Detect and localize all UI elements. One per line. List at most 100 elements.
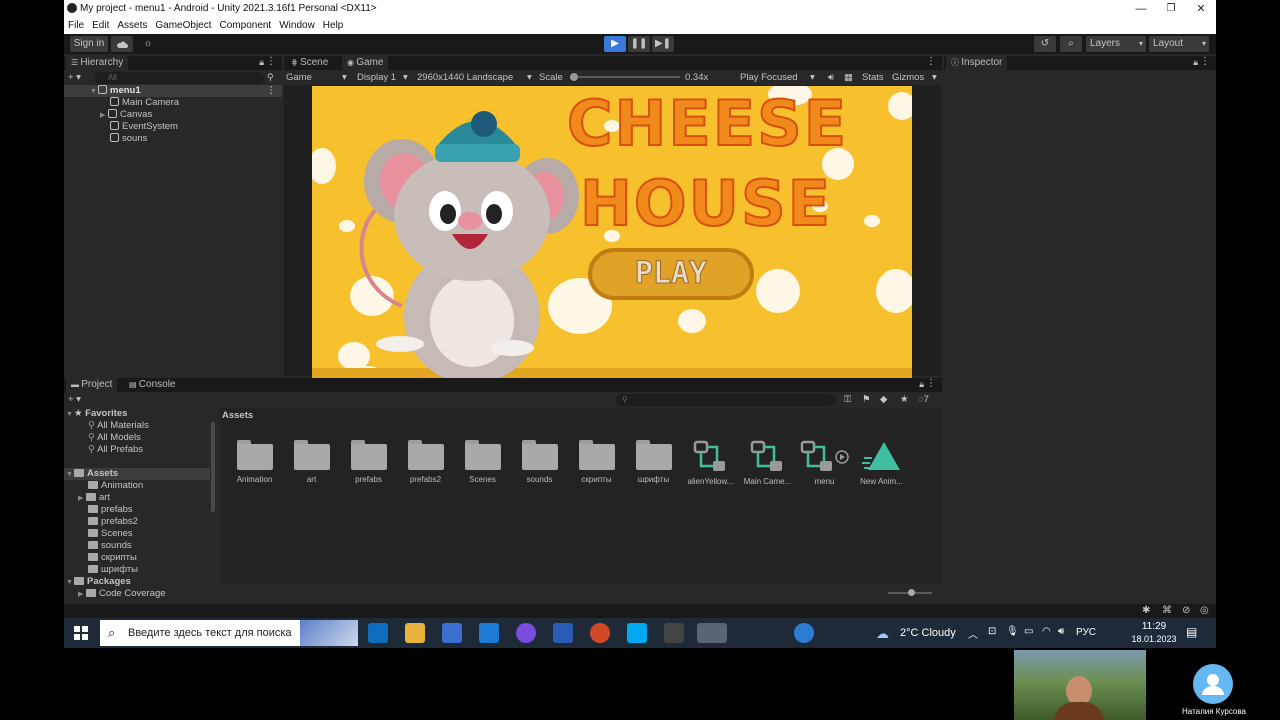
video-thumbnail[interactable]	[1014, 650, 1146, 720]
taskbar-search-input[interactable]: ⌕ Введите здесь текст для поиска	[100, 620, 358, 646]
hierarchy-item[interactable]: EventSystem	[110, 121, 178, 133]
stats-icon[interactable]: ▦	[844, 72, 853, 84]
maximize-button[interactable]: ❐	[1156, 1, 1186, 17]
store-icon[interactable]	[442, 623, 462, 643]
battery-icon[interactable]: ▭	[1024, 626, 1033, 637]
play-button[interactable]: ▶	[604, 36, 626, 52]
asset-animator-controller[interactable]: alienYellow...	[682, 440, 739, 486]
file-explorer-icon[interactable]	[405, 623, 425, 643]
icon-size-slider-thumb[interactable]	[908, 589, 915, 596]
resolution-dropdown[interactable]: 2960x1440 Landscape ▾	[417, 72, 539, 84]
create-asset-button[interactable]: + ▾	[68, 394, 81, 406]
scale-slider-track[interactable]	[570, 76, 680, 78]
search-icon[interactable]: ⌕	[1060, 36, 1082, 52]
weather-text[interactable]: 2°C Cloudy	[900, 627, 956, 639]
asset-animator-controller[interactable]: Main Came...	[739, 440, 796, 486]
tab-console[interactable]: ▤ Console	[124, 378, 180, 392]
collapsed-triangle-icon[interactable]: ▶	[100, 110, 108, 122]
tag-icon[interactable]: ◆	[880, 394, 887, 406]
sign-in-button[interactable]: Sign in	[70, 36, 108, 52]
asset-folder[interactable]: скрипты	[568, 440, 625, 484]
hierarchy-item[interactable]: souns	[110, 133, 147, 145]
word-icon[interactable]	[553, 623, 573, 643]
unity-hub-icon[interactable]	[664, 623, 684, 643]
favorites-header[interactable]: ▼★ Favorites	[66, 408, 127, 420]
favorite-star-icon[interactable]: ★	[900, 394, 909, 406]
collab-icon[interactable]: ☼	[137, 36, 159, 52]
layout-dropdown[interactable]: Layout	[1149, 36, 1209, 52]
lock-icon[interactable]: 🔒︎	[919, 379, 924, 390]
asset-tree-item[interactable]: prefabs2	[88, 516, 138, 528]
asset-animator-controller[interactable]: menu	[796, 440, 853, 486]
search-by-type-icon[interactable]: ⚿	[844, 394, 851, 406]
close-button[interactable]: ✕	[1186, 1, 1216, 17]
help-icon[interactable]	[794, 623, 814, 643]
asset-tree-item[interactable]: prefabs	[88, 504, 133, 516]
asset-tree-item[interactable]: шрифты	[88, 564, 138, 576]
assets-header[interactable]: ▼ Assets	[64, 468, 210, 480]
tab-scene[interactable]: ⋕ Scene	[286, 56, 333, 70]
skype-icon[interactable]	[627, 623, 647, 643]
notifications-icon[interactable]: ▤	[1186, 625, 1197, 639]
asset-folder[interactable]: sounds	[511, 440, 568, 484]
panel-menu-icon[interactable]: ⋮	[1200, 56, 1210, 67]
history-icon[interactable]: ↺	[1034, 36, 1056, 52]
search-by-label-icon[interactable]: ⚑	[862, 394, 871, 406]
menu-component[interactable]: Component	[216, 18, 276, 31]
menu-edit[interactable]: Edit	[88, 18, 113, 31]
pause-button[interactable]: ❚❚	[628, 36, 650, 52]
panel-menu-icon[interactable]: ⋮	[926, 56, 936, 67]
favorite-item[interactable]: ⚲ All Materials	[88, 420, 149, 432]
hierarchy-search-input[interactable]: All	[94, 72, 264, 84]
tab-inspector[interactable]: ⓘ Inspector	[946, 56, 1008, 70]
gizmos-dropdown[interactable]: Gizmos ▾	[892, 72, 940, 84]
layers-dropdown[interactable]: Layers	[1086, 36, 1146, 52]
package-item[interactable]: ▶ Code Coverage	[78, 588, 166, 600]
step-button[interactable]: ▶❚	[652, 36, 674, 52]
asset-tree-item[interactable]: скрипты	[88, 552, 137, 564]
volume-icon[interactable]: 🔊︎	[1058, 626, 1064, 637]
menu-file[interactable]: File	[64, 18, 88, 31]
asset-folder[interactable]: art	[283, 440, 340, 484]
project-search-input[interactable]: ⚲	[616, 394, 836, 406]
menu-assets[interactable]: Assets	[113, 18, 151, 31]
mute-audio-icon[interactable]: 🔊︎	[828, 72, 834, 84]
menu-gameobject[interactable]: GameObject	[151, 18, 215, 31]
tray-chevron-icon[interactable]: ︿	[968, 626, 978, 641]
hierarchy-item[interactable]: Main Camera	[110, 97, 179, 109]
asset-folder[interactable]: Scenes	[454, 440, 511, 484]
clock-time[interactable]: 11:29	[1132, 621, 1176, 632]
scene-root-row[interactable]: ▼ menu1 ⋮	[64, 85, 282, 97]
asset-tree-item[interactable]: ▶ art	[78, 492, 110, 504]
tab-hierarchy[interactable]: ☰ Hierarchy	[66, 56, 129, 70]
asset-animation-clip[interactable]: New Anim...	[853, 440, 910, 486]
network-icon[interactable]: ⌘	[1162, 605, 1172, 616]
language-indicator[interactable]: РУС	[1076, 627, 1096, 638]
microphone-icon[interactable]: 🎙︎	[1006, 626, 1019, 637]
game-view[interactable]: CHEESE HOUSE PLAY	[312, 86, 912, 378]
participant-avatar[interactable]	[1193, 664, 1233, 704]
play-focused-dropdown[interactable]: Play Focused ▾	[740, 72, 820, 84]
bug-icon[interactable]: ✱	[1142, 605, 1150, 616]
packages-header[interactable]: ▼ Packages	[66, 576, 131, 588]
assets-breadcrumb[interactable]: Assets	[222, 410, 253, 422]
menu-window[interactable]: Window	[275, 18, 319, 31]
debug-icon[interactable]: ⊘	[1182, 605, 1190, 616]
asset-folder[interactable]: Animation	[226, 440, 283, 484]
scene-menu-icon[interactable]: ⋮	[267, 85, 277, 97]
asset-tree-item[interactable]: Scenes	[88, 528, 133, 540]
powerpoint-icon[interactable]	[590, 623, 610, 643]
play-game-button[interactable]: PLAY	[588, 248, 754, 300]
windows-start-icon[interactable]	[74, 626, 88, 640]
app-circle-icon[interactable]	[516, 623, 536, 643]
clock-date[interactable]: 18.01.2023	[1126, 634, 1182, 644]
tree-scrollbar[interactable]	[211, 422, 215, 512]
panel-menu-icon[interactable]: ⋮	[266, 56, 276, 67]
display-dropdown[interactable]: Display 1 ▾	[357, 72, 411, 84]
checkmark-icon[interactable]: ◎	[1200, 605, 1209, 616]
tray-device-icon[interactable]: ⊡	[988, 626, 996, 637]
favorite-item[interactable]: ⚲ All Models	[88, 432, 141, 444]
hidden-packages-icon[interactable]: ◌7	[918, 394, 929, 406]
tab-game[interactable]: ◉ Game	[342, 56, 389, 70]
favorite-item[interactable]: ⚲ All Prefabs	[88, 444, 143, 456]
